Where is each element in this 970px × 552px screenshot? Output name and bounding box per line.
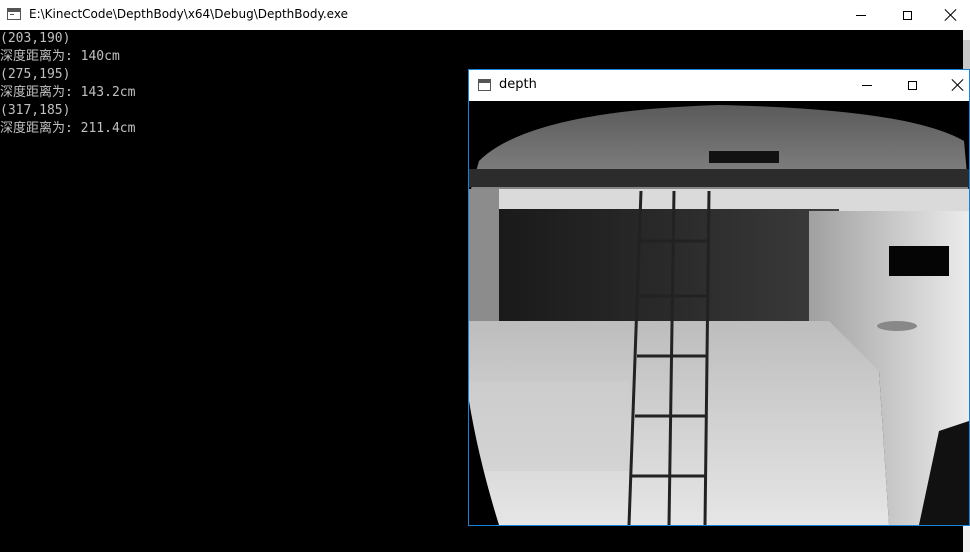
console-line: 深度距离为: 140cm (0, 49, 120, 64)
console-close-button[interactable] (928, 0, 970, 30)
console-line: (317,185) (0, 103, 71, 118)
console-line: 深度距离为: 143.2cm (0, 85, 136, 100)
close-icon (952, 79, 964, 91)
depth-close-button[interactable] (935, 70, 970, 100)
minimize-icon (856, 14, 866, 16)
console-maximize-button[interactable] (884, 0, 930, 30)
depth-titlebar: depth (469, 70, 969, 101)
console-line: (275,195) (0, 67, 71, 82)
console-minimize-button[interactable] (838, 0, 884, 30)
minimize-icon (862, 84, 872, 86)
maximize-icon (902, 10, 912, 20)
depth-app-icon (478, 79, 491, 91)
console-line: (203,190) (0, 31, 71, 46)
depth-image[interactable] (469, 101, 969, 525)
depth-maximize-button[interactable] (889, 70, 935, 100)
depth-window: depth (468, 69, 970, 526)
console-app-icon (7, 8, 21, 20)
depth-window-title: depth (499, 77, 537, 92)
close-icon (945, 9, 957, 21)
console-titlebar: E:\KinectCode\DepthBody\x64\Debug\DepthB… (0, 0, 970, 30)
maximize-icon (907, 80, 917, 90)
depth-minimize-button[interactable] (844, 70, 890, 100)
depth-image-graphic (469, 101, 969, 525)
console-line: 深度距离为: 211.4cm (0, 121, 136, 136)
console-window-title: E:\KinectCode\DepthBody\x64\Debug\DepthB… (29, 7, 348, 21)
